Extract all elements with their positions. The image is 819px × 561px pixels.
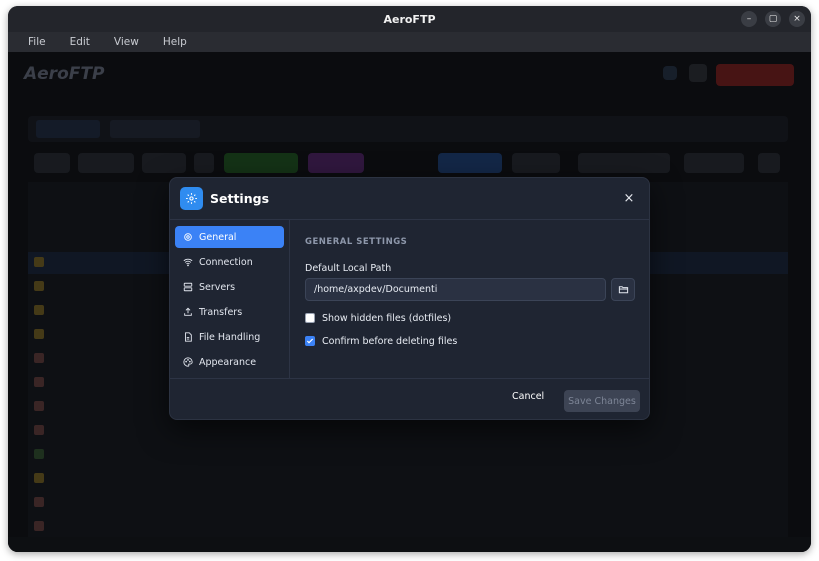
folder-open-icon: [618, 286, 628, 294]
sidebar-item-servers[interactable]: Servers: [175, 276, 284, 298]
sidebar-item-transfers[interactable]: Transfers: [175, 301, 284, 323]
dialog-footer: Cancel Save Changes: [170, 378, 649, 419]
settings-dialog: Settings × General Connection Servers Tr…: [169, 177, 650, 420]
menu-edit[interactable]: Edit: [70, 36, 90, 48]
show-hidden-checkbox[interactable]: [305, 313, 315, 323]
default-path-label: Default Local Path: [305, 263, 392, 274]
sidebar-item-label: File Handling: [199, 331, 261, 343]
sidebar-item-label: Appearance: [199, 356, 257, 368]
section-title: GENERAL SETTINGS: [305, 237, 408, 247]
server-icon: [183, 282, 193, 292]
sidebar-item-appearance[interactable]: Appearance: [175, 351, 284, 373]
sidebar-item-label: General: [199, 231, 237, 243]
window-controls: – ▢ ×: [741, 11, 805, 27]
dialog-title: Settings: [210, 191, 270, 206]
menu-file[interactable]: File: [28, 36, 46, 48]
minimize-button[interactable]: –: [741, 11, 757, 27]
window-title: AeroFTP: [383, 12, 436, 26]
browse-folder-button[interactable]: [611, 278, 635, 301]
file-icon: [185, 332, 192, 342]
sidebar-item-connection[interactable]: Connection: [175, 251, 284, 273]
show-hidden-row[interactable]: Show hidden files (dotfiles): [305, 312, 451, 324]
save-changes-button[interactable]: Save Changes: [564, 390, 640, 412]
close-icon[interactable]: ×: [621, 190, 637, 206]
sidebar-item-label: Connection: [199, 256, 253, 268]
menu-bar: File Edit View Help: [8, 32, 811, 52]
sidebar-item-file-handling[interactable]: File Handling: [175, 326, 284, 348]
cancel-button[interactable]: Cancel: [512, 391, 544, 402]
default-path-input[interactable]: [305, 278, 606, 301]
gear-icon: [184, 233, 192, 241]
title-bar: AeroFTP – ▢ ×: [8, 6, 811, 32]
wifi-icon: [183, 258, 193, 267]
settings-content: GENERAL SETTINGS Default Local Path Show…: [290, 220, 649, 378]
dialog-header: Settings ×: [170, 178, 649, 220]
sidebar-item-label: Transfers: [199, 306, 243, 318]
menu-view[interactable]: View: [114, 36, 139, 48]
sidebar-item-general[interactable]: General: [175, 226, 284, 248]
confirm-delete-row[interactable]: Confirm before deleting files: [305, 335, 457, 347]
checkmark-icon: [306, 338, 314, 344]
confirm-delete-label: Confirm before deleting files: [322, 335, 458, 347]
confirm-delete-checkbox[interactable]: [305, 336, 315, 346]
menu-help[interactable]: Help: [163, 36, 187, 48]
show-hidden-label: Show hidden files (dotfiles): [322, 312, 452, 324]
upload-icon: [184, 307, 192, 316]
settings-gear-icon: [180, 187, 203, 210]
sidebar-item-label: Servers: [199, 281, 236, 293]
close-window-button[interactable]: ×: [789, 11, 805, 27]
palette-icon: [183, 357, 193, 367]
maximize-button[interactable]: ▢: [765, 11, 781, 27]
settings-sidebar: General Connection Servers Transfers Fil…: [170, 220, 290, 378]
